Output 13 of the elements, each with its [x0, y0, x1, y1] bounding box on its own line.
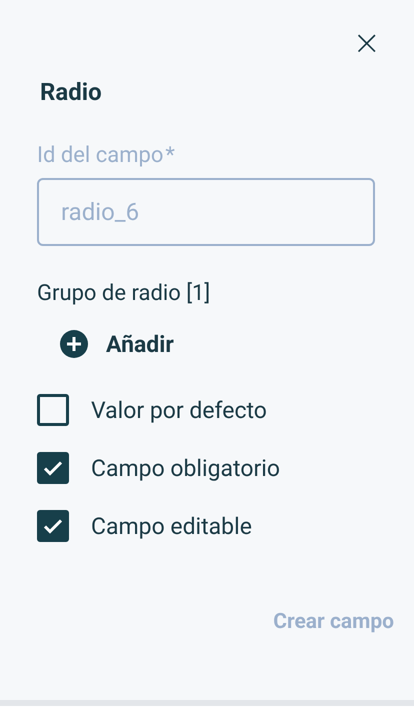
field-label: Id del campo	[37, 142, 164, 170]
add-button[interactable]: Añadir	[60, 330, 174, 358]
plus-icon	[60, 330, 88, 358]
checkbox-label: Valor por defecto	[91, 396, 267, 424]
required-mark: *	[165, 142, 175, 170]
panel-title: Radio	[40, 77, 103, 108]
checkbox-label: Campo editable	[91, 512, 252, 540]
checkbox-label: Campo obligatorio	[91, 454, 280, 482]
checkbox[interactable]	[37, 510, 69, 542]
group-label: Grupo de radio [1]	[37, 280, 212, 308]
checkbox[interactable]	[37, 394, 69, 426]
close-button[interactable]: ×	[348, 26, 385, 60]
checkbox[interactable]	[37, 452, 69, 484]
